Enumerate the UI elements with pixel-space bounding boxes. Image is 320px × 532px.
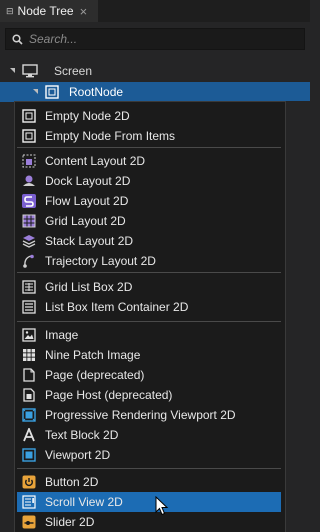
monitor-icon	[22, 64, 38, 78]
menu-separator	[17, 272, 281, 273]
menu-item-list-box-item-container-2d[interactable]: List Box Item Container 2D	[17, 297, 281, 317]
menu-item-label: Trajectory Layout 2D	[45, 254, 156, 268]
menu-item-flow-layout-2d[interactable]: Flow Layout 2D	[17, 191, 281, 211]
menu-item-label: Button 2D	[45, 475, 99, 489]
menu-item-empty-node-2d[interactable]: Empty Node 2D	[17, 106, 281, 126]
content-layout-icon	[21, 153, 37, 169]
flow-layout-icon	[21, 193, 37, 209]
tab-title: Node Tree	[17, 4, 74, 18]
menu-item-empty-node-from-items[interactable]: Empty Node From Items	[17, 126, 281, 146]
menu-item-label: Empty Node From Items	[45, 129, 176, 143]
menu-item-label: Page (deprecated)	[45, 368, 145, 382]
mouse-cursor-icon	[155, 496, 169, 516]
stack-layout-icon	[21, 233, 37, 249]
text-block-icon	[21, 427, 37, 443]
trajectory-layout-icon	[21, 253, 37, 269]
panel-background	[286, 101, 310, 532]
menu-item-label: Progressive Rendering Viewport 2D	[45, 408, 236, 422]
viewport-icon	[21, 447, 37, 463]
menu-separator	[17, 321, 281, 322]
menu-item-label: Slider 2D	[45, 515, 95, 529]
page-icon	[21, 367, 37, 383]
menu-item-image[interactable]: Image	[17, 325, 281, 345]
tree-item-rootnode[interactable]: RootNode	[0, 82, 310, 102]
menu-item-scroll-view-2d[interactable]: Scroll View 2D	[17, 492, 281, 512]
viewport-icon	[21, 407, 37, 423]
menu-item-label: Empty Node 2D	[45, 109, 130, 123]
menu-item-progressive-rendering-viewport-2d[interactable]: Progressive Rendering Viewport 2D	[17, 405, 281, 425]
menu-item-label: List Box Item Container 2D	[45, 300, 189, 314]
page-host-icon	[21, 387, 37, 403]
grid-list-box-icon	[21, 279, 37, 295]
menu-separator	[17, 147, 281, 148]
menu-item-label: Flow Layout 2D	[45, 194, 129, 208]
menu-separator	[17, 468, 281, 469]
close-icon[interactable]: ×	[80, 4, 88, 19]
menu-item-content-layout-2d[interactable]: Content Layout 2D	[17, 151, 281, 171]
menu-item-trajectory-layout-2d[interactable]: Trajectory Layout 2D	[17, 251, 281, 271]
menu-item-stack-layout-2d[interactable]: Stack Layout 2D	[17, 231, 281, 251]
menu-item-grid-list-box-2d[interactable]: Grid List Box 2D	[17, 277, 281, 297]
menu-item-page-deprecated[interactable]: Page (deprecated)	[17, 365, 281, 385]
menu-item-label: Nine Patch Image	[45, 348, 141, 362]
empty-node-icon	[21, 128, 37, 144]
tab-node-tree[interactable]: ⊟ Node Tree ×	[0, 0, 98, 22]
nine-patch-icon	[21, 347, 37, 363]
scroll-view-icon	[21, 494, 37, 510]
menu-item-label: Text Block 2D	[45, 428, 119, 442]
menu-item-viewport-2d[interactable]: Viewport 2D	[17, 445, 281, 465]
menu-item-label: Image	[45, 328, 79, 342]
menu-item-label: Grid Layout 2D	[45, 214, 126, 228]
search-input[interactable]	[29, 32, 279, 46]
image-icon	[21, 327, 37, 343]
menu-item-text-block-2d[interactable]: Text Block 2D	[17, 425, 281, 445]
menu-item-label: Page Host (deprecated)	[45, 388, 173, 402]
menu-item-button-2d[interactable]: Button 2D	[17, 472, 281, 492]
button-icon	[21, 474, 37, 490]
grid-layout-icon	[21, 213, 37, 229]
menu-item-label: Grid List Box 2D	[45, 280, 133, 294]
menu-item-slider-2d[interactable]: Slider 2D	[17, 512, 281, 532]
tree-item-label: Screen	[54, 64, 93, 78]
pin-icon[interactable]: ⊟	[6, 6, 14, 17]
tree-item-screen[interactable]: Screen	[0, 61, 310, 81]
panel-tab-strip: ⊟ Node Tree ×	[0, 0, 310, 22]
slider-icon	[21, 514, 37, 530]
menu-item-page-host-deprecated[interactable]: Page Host (deprecated)	[17, 385, 281, 405]
dock-layout-icon	[21, 173, 37, 189]
tree-item-label: RootNode	[69, 85, 124, 99]
list-box-icon	[21, 299, 37, 315]
search-icon	[12, 33, 23, 45]
empty-node-icon	[45, 85, 59, 99]
menu-item-label: Content Layout 2D	[45, 154, 146, 168]
menu-item-dock-layout-2d[interactable]: Dock Layout 2D	[17, 171, 281, 191]
menu-item-label: Dock Layout 2D	[45, 174, 131, 188]
search-box	[5, 28, 305, 50]
add-node-context-menu: Empty Node 2D Empty Node From Items Cont…	[14, 101, 286, 532]
expand-arrow-icon[interactable]	[31, 87, 41, 97]
empty-node-icon	[21, 108, 37, 124]
menu-item-label: Viewport 2D	[45, 448, 111, 462]
expand-arrow-icon[interactable]	[8, 66, 18, 76]
menu-item-nine-patch-image[interactable]: Nine Patch Image	[17, 345, 281, 365]
menu-item-label: Stack Layout 2D	[45, 234, 134, 248]
menu-item-label: Scroll View 2D	[45, 495, 123, 509]
menu-item-grid-layout-2d[interactable]: Grid Layout 2D	[17, 211, 281, 231]
